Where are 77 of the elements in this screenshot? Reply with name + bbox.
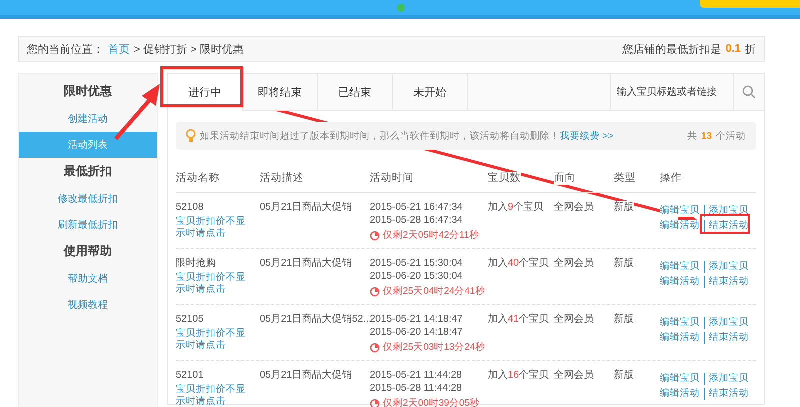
add-items-link[interactable]: 添加宝贝 [704, 261, 749, 273]
edit-items-link[interactable]: 编辑宝贝 [660, 373, 700, 385]
clock-icon [370, 286, 380, 296]
item-count: 加入41个宝贝 [488, 313, 550, 326]
min-discount-unit: 折 [745, 42, 756, 56]
price-help-link[interactable]: 宝贝折扣价不显示时请点击 [176, 216, 248, 240]
tab[interactable]: 进行中 [168, 74, 243, 111]
item-count: 加入16个宝贝 [488, 369, 550, 382]
version-type: 新版 [614, 369, 634, 382]
version-type: 新版 [614, 257, 634, 270]
min-discount-label: 您店铺的最低折扣是 [622, 42, 722, 56]
highlight-frame [700, 214, 750, 234]
lightbulb-icon [186, 129, 196, 143]
activity-description: 05月21日商品大促销 [260, 257, 352, 270]
target-audience: 全网会员 [554, 257, 594, 270]
activity-count: 13 [701, 130, 712, 142]
price-help-link[interactable]: 宝贝折扣价不显示时请点击 [176, 384, 248, 407]
edit-items-link[interactable]: 编辑宝贝 [660, 317, 700, 329]
edit-activity-link[interactable]: 编辑活动 [660, 220, 700, 232]
version-type: 新版 [614, 313, 634, 326]
item-count: 加入9个宝贝 [488, 201, 544, 214]
end-activity-link[interactable]: 结束活动 [704, 332, 749, 344]
column-header: 面向 [554, 172, 576, 184]
column-header: 活动时间 [370, 172, 414, 184]
edit-activity-link[interactable]: 编辑活动 [660, 332, 700, 344]
edit-activity-link[interactable]: 编辑活动 [660, 276, 700, 288]
sidebar-item[interactable]: 修改最低折扣 [19, 186, 157, 212]
target-audience: 全网会员 [554, 369, 594, 382]
breadcrumb-trail: > 促销打折 > 限时优惠 [134, 42, 244, 56]
column-header: 类型 [614, 172, 636, 184]
breadcrumb-label: 您的当前位置： [27, 42, 104, 56]
search-icon [742, 85, 756, 99]
edit-items-link[interactable]: 编辑宝贝 [660, 261, 700, 273]
sidebar-heading: 使用帮助 [62, 243, 113, 260]
activity-description: 05月21日商品大促销 [260, 201, 352, 214]
column-header: 活动名称 [176, 172, 220, 184]
activity-name: 限时抢购 [176, 257, 216, 270]
sidebar-item[interactable]: 活动列表 [19, 132, 157, 158]
end-activity-link[interactable]: 结束活动 [704, 220, 749, 232]
target-audience: 全网会员 [554, 313, 594, 326]
search-field[interactable]: 输入宝贝标题或者链接 [611, 74, 734, 110]
column-header: 活动描述 [260, 172, 304, 184]
end-activity-link[interactable]: 结束活动 [704, 276, 749, 288]
end-activity-link[interactable]: 结束活动 [704, 388, 749, 400]
activity-description: 05月21日商品大促销 [260, 369, 352, 382]
price-help-link[interactable]: 宝贝折扣价不显示时请点击 [176, 272, 248, 296]
count-prefix: 共 [687, 130, 698, 142]
column-header: 宝贝数 [488, 172, 521, 184]
count-suffix: 个活动 [716, 130, 746, 142]
remaining-time: 仅剩2天00时39分05秒 [383, 397, 480, 407]
item-count: 加入40个宝贝 [488, 257, 550, 270]
renew-link[interactable]: 我要续费 >> [560, 130, 614, 142]
clock-icon [370, 230, 380, 240]
min-discount-value: 0.1 [726, 43, 741, 55]
sidebar-item[interactable]: 创建活动 [19, 106, 157, 132]
sidebar-item[interactable]: 帮助文档 [19, 266, 157, 292]
annotation-arrow [114, 84, 160, 140]
target-audience: 全网会员 [554, 201, 594, 214]
price-help-link[interactable]: 宝贝折扣价不显示时请点击 [176, 328, 248, 352]
sidebar-item[interactable]: 刷新最低折扣 [19, 212, 157, 238]
remaining-time: 仅剩25天04时24分41秒 [383, 285, 486, 298]
add-items-link[interactable]: 添加宝贝 [704, 373, 749, 385]
add-items-link[interactable]: 添加宝贝 [704, 317, 749, 329]
clock-icon [370, 342, 380, 352]
version-type: 新版 [614, 201, 634, 214]
remaining-time: 仅剩2天05时42分11秒 [383, 229, 480, 242]
home-link[interactable]: 首页 [108, 42, 130, 56]
sidebar-heading: 最低折扣 [63, 163, 113, 180]
remaining-time: 仅剩25天03时13分24秒 [383, 341, 486, 354]
clock-icon [370, 398, 380, 407]
sidebar-heading: 限时优惠 [63, 83, 113, 100]
edit-items-link[interactable]: 编辑宝贝 [660, 205, 700, 217]
column-header: 操作 [660, 172, 682, 184]
status-dot [397, 4, 405, 12]
edit-activity-link[interactable]: 编辑活动 [660, 388, 700, 400]
activity-description: 05月21日商品大促销52... [260, 313, 372, 326]
sidebar-item[interactable]: 视频教程 [19, 292, 157, 318]
